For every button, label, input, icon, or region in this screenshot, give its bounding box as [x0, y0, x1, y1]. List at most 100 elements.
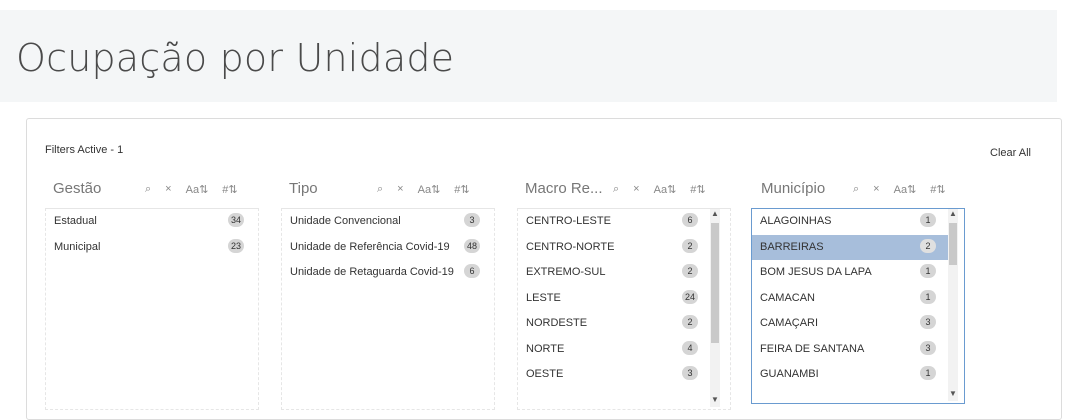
item-label: BARREIRAS	[760, 240, 824, 253]
filter-header: Tipo ⌕ × Aa⇅ #⇅	[281, 174, 495, 204]
count-badge: 6	[682, 213, 698, 227]
list-item[interactable]: Unidade Convencional 3	[282, 209, 494, 235]
filters-active-label: Filters Active - 1	[45, 144, 124, 156]
list-item[interactable]: Unidade de Referência Covid-19 48	[282, 235, 494, 261]
search-icon[interactable]: ⌕	[145, 183, 151, 196]
item-label: CENTRO-LESTE	[526, 215, 611, 227]
sort-alpha-icon[interactable]: Aa⇅	[654, 183, 677, 196]
filter-title: Gestão	[53, 180, 102, 197]
sort-numeric-icon[interactable]: #⇅	[930, 183, 945, 196]
close-icon[interactable]: ×	[397, 183, 403, 196]
item-label: CAMACAN	[760, 291, 816, 304]
filter-header: Gestão ⌕ × Aa⇅ #⇅	[45, 174, 259, 204]
count-badge: 34	[228, 213, 245, 227]
scrollbar[interactable]: ▲ ▼	[948, 209, 958, 401]
filter-header: Município ⌕ × Aa⇅ #⇅	[749, 174, 963, 204]
count-badge: 1	[920, 289, 936, 304]
filter-title: Tipo	[289, 180, 318, 197]
count-badge: 2	[920, 238, 936, 253]
sort-alpha-icon[interactable]: Aa⇅	[894, 183, 917, 196]
item-label: BOM JESUS DA LAPA	[760, 266, 872, 278]
item-label: Municipal	[54, 240, 101, 253]
item-label: Unidade de Referência Covid-19	[290, 240, 450, 253]
clear-all-button[interactable]: Clear All	[990, 147, 1031, 159]
item-label: ALAGOINHAS	[760, 215, 832, 227]
list-item-selected[interactable]: BARREIRAS 2	[752, 234, 952, 260]
filter-tipo: Tipo ⌕ × Aa⇅ #⇅ Unidade Convencional 3 U…	[281, 174, 495, 410]
count-badge: 23	[228, 238, 245, 253]
item-label: Unidade Convencional	[290, 215, 401, 227]
search-icon[interactable]: ⌕	[853, 183, 859, 196]
list-item[interactable]: LESTE 24	[518, 286, 730, 312]
list-item[interactable]: BOM JESUS DA LAPA 1	[752, 260, 964, 286]
count-badge: 2	[682, 264, 698, 278]
count-badge: 24	[682, 289, 699, 304]
count-badge: 1	[920, 213, 936, 227]
count-badge: 1	[920, 264, 936, 278]
list-item[interactable]: GUANAMBI 1	[752, 362, 964, 388]
list-item[interactable]: CAMACAN 1	[752, 286, 964, 312]
filter-panel: Filters Active - 1 Clear All Gestão ⌕ × …	[26, 118, 1062, 420]
page-title: Ocupação por Unidade	[16, 36, 455, 80]
filter-gestao: Gestão ⌕ × Aa⇅ #⇅ Estadual 34 Municipal …	[45, 174, 259, 410]
scrollbar-thumb[interactable]	[711, 223, 719, 343]
item-label: GUANAMBI	[760, 368, 819, 380]
filter-list: ALAGOINHAS 1 BARREIRAS 2 BOM JESUS DA LAPA…	[751, 208, 965, 404]
sort-numeric-icon[interactable]: #⇅	[222, 183, 237, 196]
sort-numeric-icon[interactable]: #⇅	[690, 183, 705, 196]
list-item[interactable]: CENTRO-LESTE 6	[518, 209, 730, 235]
item-label: EXTREMO-SUL	[526, 266, 606, 278]
title-bar: Ocupação por Unidade	[0, 10, 1057, 102]
search-icon[interactable]: ⌕	[377, 183, 383, 196]
filter-list: CENTRO-LESTE 6 CENTRO-NORTE 2 EXTREMO-SUL 2…	[517, 208, 731, 410]
filter-title: Macro Re...	[525, 180, 603, 197]
item-label: FEIRA DE SANTANA	[760, 342, 865, 355]
filter-icons: ⌕ × Aa⇅ #⇅	[145, 183, 238, 196]
count-badge: 1	[920, 366, 936, 380]
count-badge: 4	[682, 340, 698, 355]
list-item[interactable]: OESTE 3	[518, 362, 730, 388]
list-item[interactable]: NORTE 4	[518, 337, 730, 363]
sort-numeric-icon[interactable]: #⇅	[454, 183, 469, 196]
close-icon[interactable]: ×	[873, 183, 879, 196]
search-icon[interactable]: ⌕	[613, 183, 619, 196]
item-label: CAMAÇARI	[760, 317, 819, 329]
sort-alpha-icon[interactable]: Aa⇅	[186, 183, 209, 196]
list-item[interactable]: Unidade de Retaguarda Covid-19 6	[282, 260, 494, 286]
scrollbar[interactable]: ▲ ▼	[710, 209, 720, 407]
list-item[interactable]: ALAGOINHAS 1	[752, 209, 964, 235]
sort-alpha-icon[interactable]: Aa⇅	[418, 183, 441, 196]
item-label: CENTRO-NORTE	[526, 240, 615, 253]
scroll-down-icon[interactable]: ▼	[948, 389, 958, 398]
list-item[interactable]: FEIRA DE SANTANA 3	[752, 337, 964, 363]
item-label: NORTE	[526, 342, 565, 355]
filter-title: Município	[761, 180, 826, 197]
count-badge: 3	[920, 315, 936, 329]
filter-list: Unidade Convencional 3 Unidade de Referê…	[281, 208, 495, 410]
filter-header: Macro Re... ⌕ × Aa⇅ #⇅	[517, 174, 731, 204]
filter-municipio: Município ⌕ × Aa⇅ #⇅ ALAGOINHAS 1 BARREIR…	[749, 174, 965, 404]
filter-icons: ⌕ × Aa⇅ #⇅	[853, 183, 946, 196]
filter-icons: ⌕ × Aa⇅ #⇅	[377, 183, 470, 196]
list-item[interactable]: Municipal 23	[46, 235, 258, 261]
close-icon[interactable]: ×	[633, 183, 639, 196]
count-badge: 3	[682, 366, 698, 380]
item-label: LESTE	[526, 291, 561, 304]
filter-list: Estadual 34 Municipal 23	[45, 208, 259, 410]
scrollbar-thumb[interactable]	[949, 223, 957, 265]
scroll-up-icon[interactable]: ▲	[948, 209, 958, 218]
count-badge: 48	[464, 238, 481, 253]
count-badge: 2	[682, 238, 698, 253]
item-label: NORDESTE	[526, 317, 588, 329]
list-item[interactable]: Estadual 34	[46, 209, 258, 235]
list-item[interactable]: CAMAÇARI 3	[752, 311, 964, 337]
list-item[interactable]: EXTREMO-SUL 2	[518, 260, 730, 286]
list-item[interactable]: NORDESTE 2	[518, 311, 730, 337]
scroll-down-icon[interactable]: ▼	[710, 395, 720, 404]
list-item[interactable]: CENTRO-NORTE 2	[518, 235, 730, 261]
filter-macro-regiao: Macro Re... ⌕ × Aa⇅ #⇅ CENTRO-LESTE 6 CEN…	[517, 174, 731, 410]
count-badge: 6	[464, 264, 480, 278]
close-icon[interactable]: ×	[165, 183, 171, 196]
scroll-up-icon[interactable]: ▲	[710, 209, 720, 218]
count-badge: 2	[682, 315, 698, 329]
